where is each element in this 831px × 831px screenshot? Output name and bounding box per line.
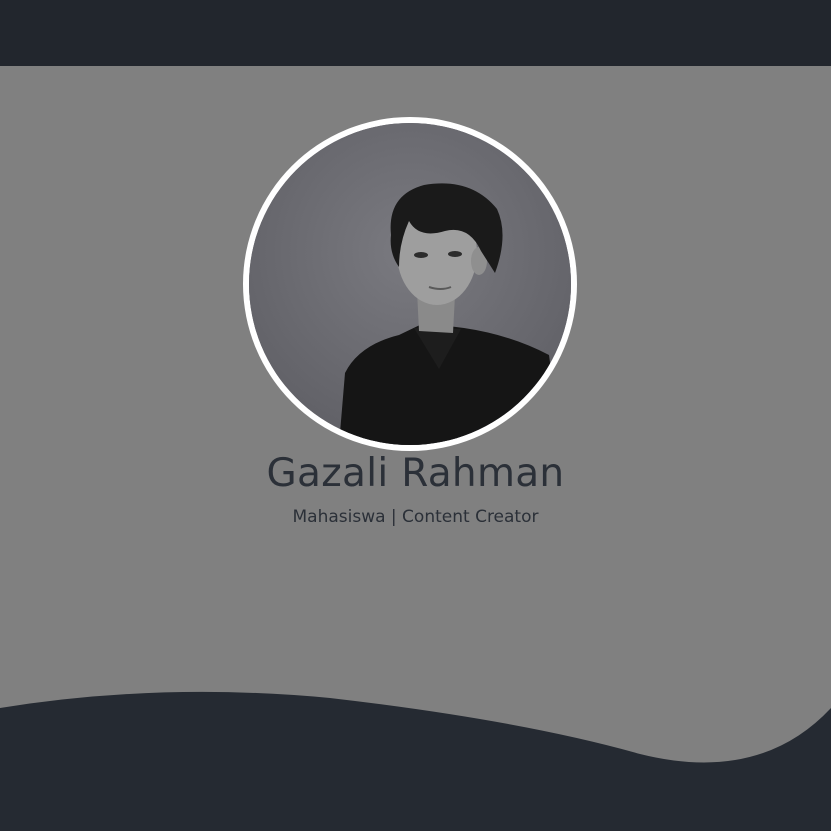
profile-name: Gazali Rahman <box>266 451 565 496</box>
profile-page: Gazali Rahman Mahasiswa | Content Creato… <box>0 0 831 831</box>
profile-subtitle: Mahasiswa | Content Creator <box>292 507 539 527</box>
bottom-wave <box>0 691 831 831</box>
profile-photo <box>249 123 571 445</box>
avatar <box>249 123 571 445</box>
avatar-frame <box>243 117 577 451</box>
top-navbar <box>0 0 831 66</box>
